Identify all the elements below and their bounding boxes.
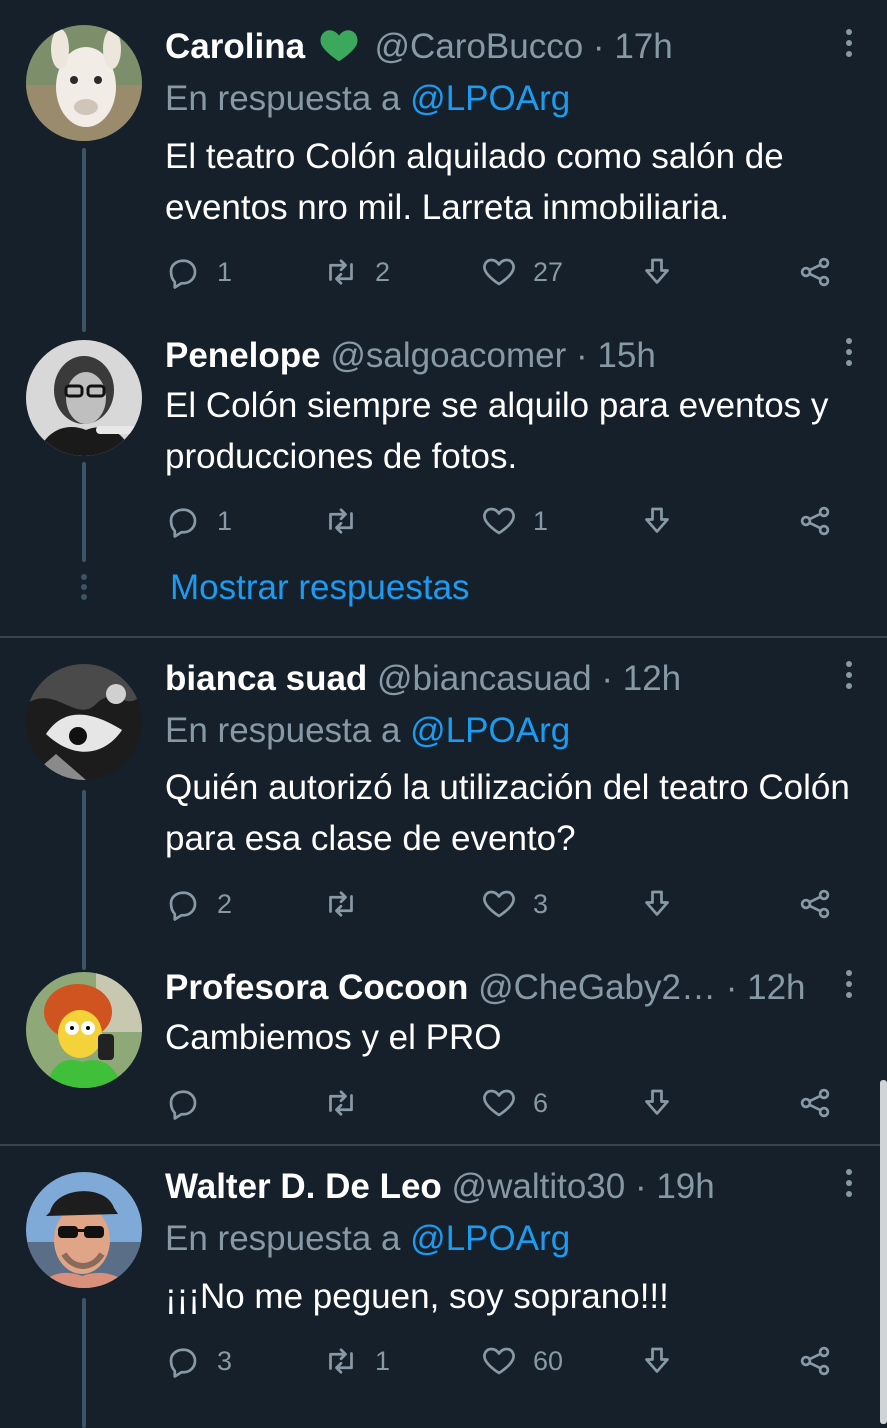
thread-line (82, 1298, 86, 1428)
download-button[interactable] (639, 1341, 675, 1381)
scrollbar[interactable] (880, 1080, 887, 1424)
share-icon (800, 1346, 830, 1376)
tweet-header: Walter D. De Leo @waltito30 · 19h (165, 1165, 827, 1209)
download-icon (645, 1347, 669, 1373)
reply-icon (169, 1348, 197, 1378)
more-options-icon[interactable] (845, 1169, 853, 1201)
retweet-button[interactable]: 1 (323, 1341, 390, 1381)
retweet-count: 1 (375, 1345, 391, 1376)
retweet-icon (329, 1348, 353, 1374)
reply-count: 3 (217, 1345, 233, 1376)
reply-button[interactable]: 3 (165, 1341, 232, 1381)
like-button[interactable]: 60 (481, 1341, 563, 1381)
mention-link[interactable]: @LPOArg (410, 1219, 570, 1258)
user-handle[interactable]: @waltito30 (452, 1167, 626, 1206)
reply-context: En respuesta a @LPOArg (165, 1217, 570, 1261)
reply-prefix: En respuesta a (165, 1219, 401, 1258)
avatar[interactable] (26, 1172, 142, 1288)
heart-icon (483, 1347, 515, 1375)
separator-dot: · (634, 1167, 647, 1206)
tweet[interactable]: Walter D. De Leo @waltito30 · 19h En res… (0, 0, 887, 1428)
tweet-text: ¡¡¡No me peguen, soy soprano!!! (165, 1277, 669, 1316)
timestamp[interactable]: 19h (656, 1167, 714, 1206)
like-count: 60 (533, 1345, 564, 1376)
display-name[interactable]: Walter D. De Leo (165, 1167, 442, 1206)
tweet-actions: 3 1 60 (165, 1341, 865, 1381)
share-button[interactable] (797, 1341, 833, 1381)
